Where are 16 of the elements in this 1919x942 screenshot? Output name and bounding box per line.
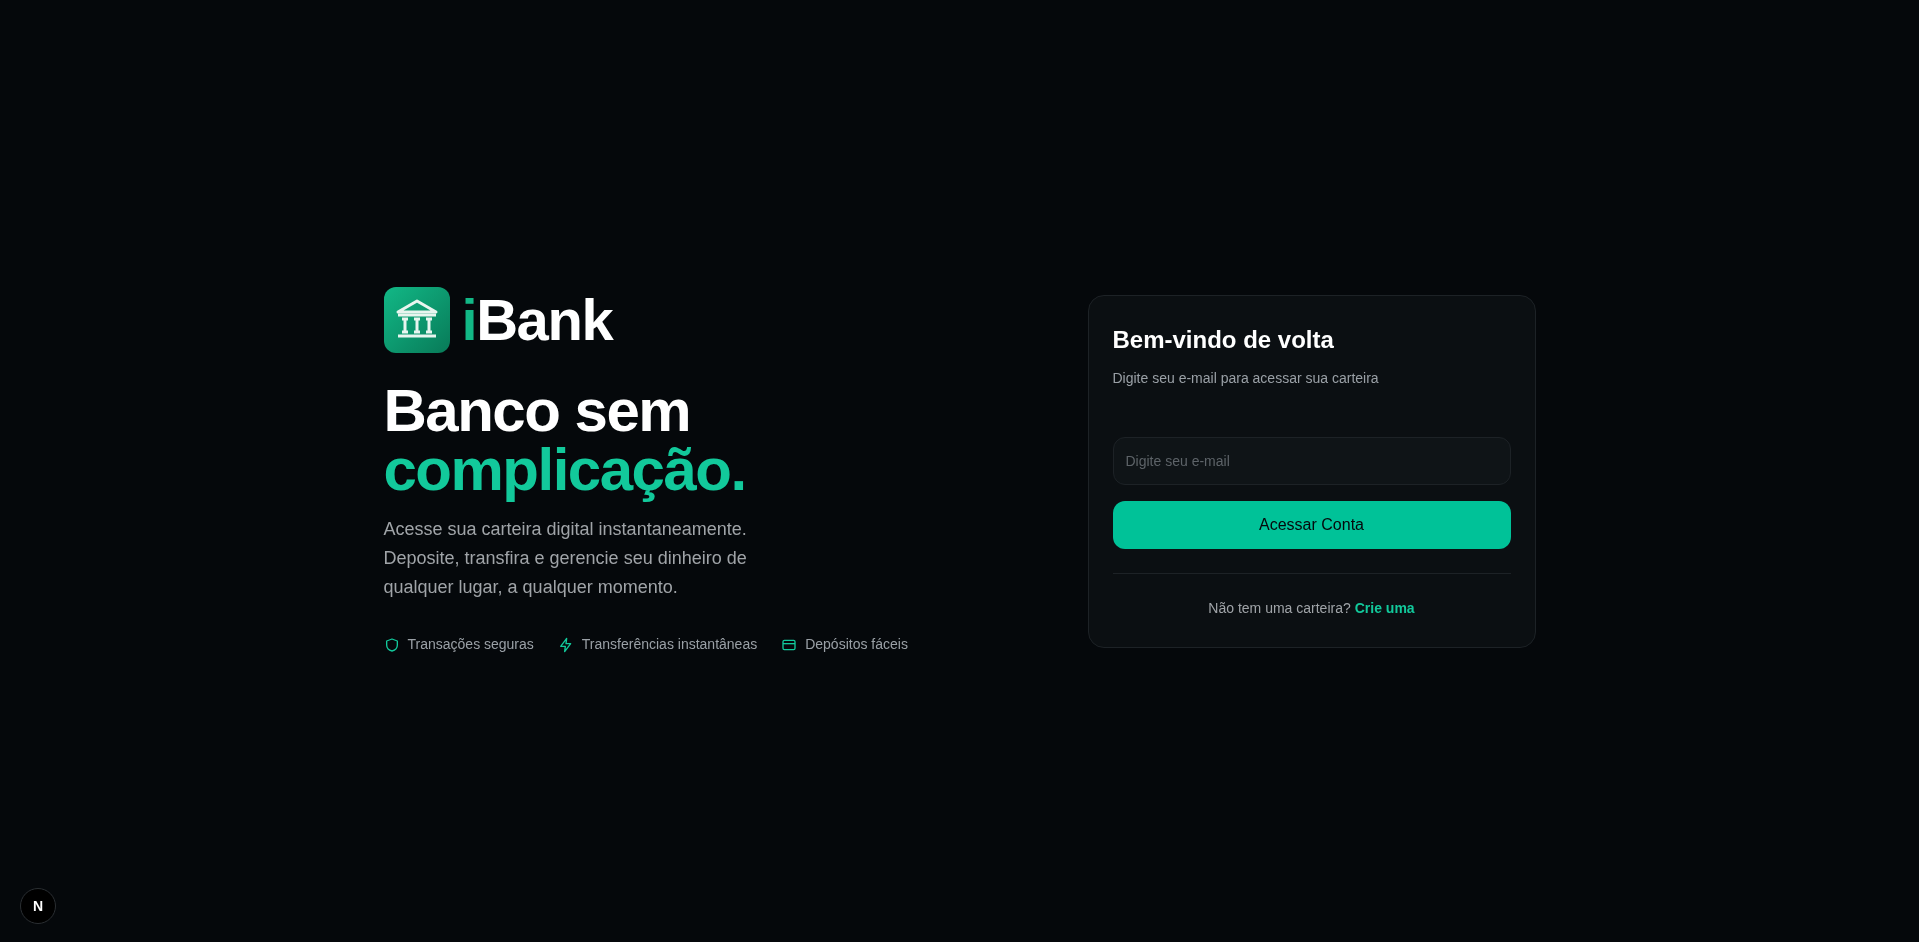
intro-paragraph: Acesse sua carteira digital instantaneamente. Deposite, transfira e gerencie seu dinheiro de qualquer lugar, a qualquer momento. (383, 518, 748, 599)
signup-prompt: Não tem uma carteira? (1208, 598, 1351, 618)
headline: Banco sem (383, 381, 692, 440)
feature-label: Transferências instantâneas (581, 635, 758, 654)
logo-text: iBank (461, 291, 613, 349)
feature-label: Transações seguras (407, 635, 534, 654)
feature-label: Depósitos fáceis (805, 635, 908, 654)
dev-badge[interactable]: N (20, 888, 56, 924)
signup-link[interactable]: Crie uma (1354, 597, 1415, 619)
email-field[interactable]: Digite seu e-mail (1112, 436, 1511, 485)
lightning-icon (557, 636, 574, 653)
card-subtitle: Digite seu e-mail para acessar sua carteira (1112, 368, 1380, 388)
card-title: Bem-vindo de volta (1112, 324, 1335, 355)
shield-icon (383, 636, 400, 653)
submit-button[interactable]: Acessar Conta (1112, 500, 1511, 549)
bank-logo-icon (383, 287, 450, 353)
